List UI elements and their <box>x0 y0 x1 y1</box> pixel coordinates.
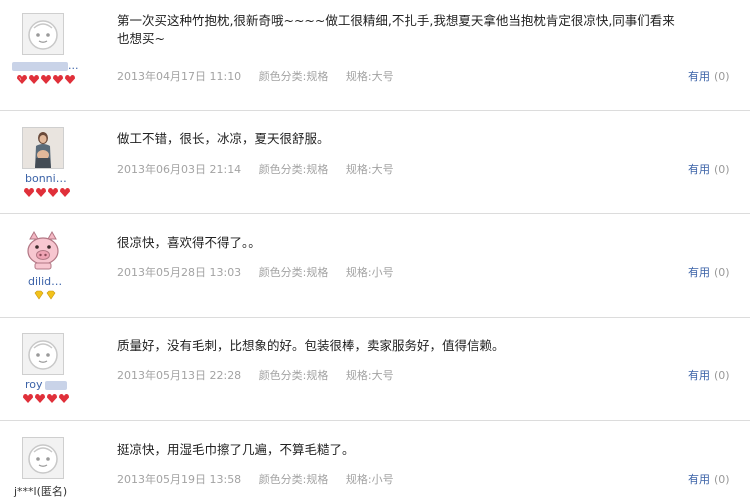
useful-button[interactable]: 有用 <box>688 70 710 83</box>
red-heart-icon <box>65 75 75 84</box>
review-text: 很凉快，喜欢得不得了。。 <box>117 235 261 250</box>
username-anonymous: j***l(匿名) <box>14 485 68 498</box>
color-category: 颜色分类:规格 <box>258 266 329 279</box>
review-meta: 2013年05月13日 22:28 颜色分类:规格 规格:大号 <box>117 367 408 383</box>
useful-count: (0) <box>714 163 730 176</box>
useful-vote: 有用 (0) <box>688 68 730 84</box>
review-item: roy 质量好，没有毛刺，比想象的好。包装很棒，卖家服务好，值得信赖。 2013… <box>0 318 750 421</box>
useful-button[interactable]: 有用 <box>688 473 710 486</box>
useful-button[interactable]: 有用 <box>688 369 710 382</box>
review-date: 2013年04月17日 11:10 <box>117 70 242 83</box>
red-heart-icon <box>53 75 63 84</box>
username-link[interactable]: dilid… <box>28 275 62 288</box>
useful-vote: 有用 (0) <box>688 471 730 487</box>
red-heart-icon <box>48 188 58 197</box>
review-text: 做工不错，很长，冰凉，夏天很舒服。 <box>117 131 330 146</box>
review-item: dilid… 很凉快，喜欢得不得了。。 2013年05月28日 13:03 颜色… <box>0 214 750 318</box>
review-item: bonni… 做工不错，很长，冰凉，夏天很舒服。 2013年06月03日 21:… <box>0 111 750 214</box>
spec-size: 规格:小号 <box>345 473 394 486</box>
woman-photo-avatar[interactable] <box>22 127 64 169</box>
review-date: 2013年06月03日 21:14 <box>117 163 242 176</box>
review-text: 挺凉快，用湿毛巾擦了几遍，不算毛糙了。 <box>117 442 355 457</box>
color-category: 颜色分类:规格 <box>258 70 329 83</box>
gold-diamond-icon <box>34 290 44 300</box>
gold-diamond-icon <box>46 290 56 300</box>
review-meta: 2013年04月17日 11:10 颜色分类:规格 规格:大号 <box>117 68 408 84</box>
red-heart-icon <box>24 188 34 197</box>
buyer-rank-hearts <box>16 74 80 85</box>
username-link[interactable]: bonni… <box>25 172 67 185</box>
useful-button[interactable]: 有用 <box>688 163 710 176</box>
red-heart-icon <box>36 188 46 197</box>
username-link[interactable]: ... <box>12 59 79 72</box>
default-face-avatar[interactable] <box>22 333 64 375</box>
useful-vote: 有用 (0) <box>688 161 730 177</box>
spec-size: 规格:大号 <box>345 163 394 176</box>
red-heart-icon <box>47 394 57 403</box>
review-date: 2013年05月28日 13:03 <box>117 266 242 279</box>
spec-size: 规格:大号 <box>345 70 394 83</box>
review-date: 2013年05月19日 13:58 <box>117 473 242 486</box>
buyer-rank-diamonds <box>33 290 57 301</box>
spec-size: 规格:大号 <box>345 369 394 382</box>
review-meta: 2013年06月03日 21:14 颜色分类:规格 规格:大号 <box>117 161 408 177</box>
useful-count: (0) <box>714 266 730 279</box>
review-date: 2013年05月13日 22:28 <box>117 369 242 382</box>
red-heart-icon <box>23 394 33 403</box>
red-heart-icon <box>17 75 27 84</box>
useful-vote: 有用 (0) <box>688 367 730 383</box>
red-heart-icon <box>59 394 69 403</box>
default-face-avatar[interactable] <box>22 437 64 479</box>
buyer-rank-hearts <box>23 187 75 198</box>
useful-count: (0) <box>714 473 730 486</box>
useful-button[interactable]: 有用 <box>688 266 710 279</box>
review-meta: 2013年05月28日 13:03 颜色分类:规格 规格:小号 <box>117 264 408 280</box>
red-heart-icon <box>35 394 45 403</box>
buyer-rank-hearts <box>22 393 74 404</box>
useful-count: (0) <box>714 369 730 382</box>
pig-face-avatar[interactable] <box>22 229 64 271</box>
red-heart-icon <box>41 75 51 84</box>
review-item: ... 第一次买这种竹抱枕,很新奇哦~~~~做工很精细,不扎手,我想夏天拿他当抱… <box>0 0 750 111</box>
review-meta: 2013年05月19日 13:58 颜色分类:规格 规格:小号 <box>117 471 408 487</box>
default-face-avatar[interactable] <box>22 13 64 55</box>
review-text: 质量好，没有毛刺，比想象的好。包装很棒，卖家服务好，值得信赖。 <box>117 338 505 353</box>
review-item: j***l(匿名) 挺凉快，用湿毛巾擦了几遍，不算毛糙了。 2013年05月19… <box>0 421 750 503</box>
color-category: 颜色分类:规格 <box>258 369 329 382</box>
color-category: 颜色分类:规格 <box>258 163 329 176</box>
username-link[interactable]: roy <box>25 378 67 391</box>
useful-vote: 有用 (0) <box>688 264 730 280</box>
red-heart-icon <box>29 75 39 84</box>
red-heart-icon <box>60 188 70 197</box>
spec-size: 规格:小号 <box>345 266 394 279</box>
color-category: 颜色分类:规格 <box>258 473 329 486</box>
useful-count: (0) <box>714 70 730 83</box>
review-text: 第一次买这种竹抱枕,很新奇哦~~~~做工很精细,不扎手,我想夏天拿他当抱枕肯定很… <box>117 13 675 46</box>
